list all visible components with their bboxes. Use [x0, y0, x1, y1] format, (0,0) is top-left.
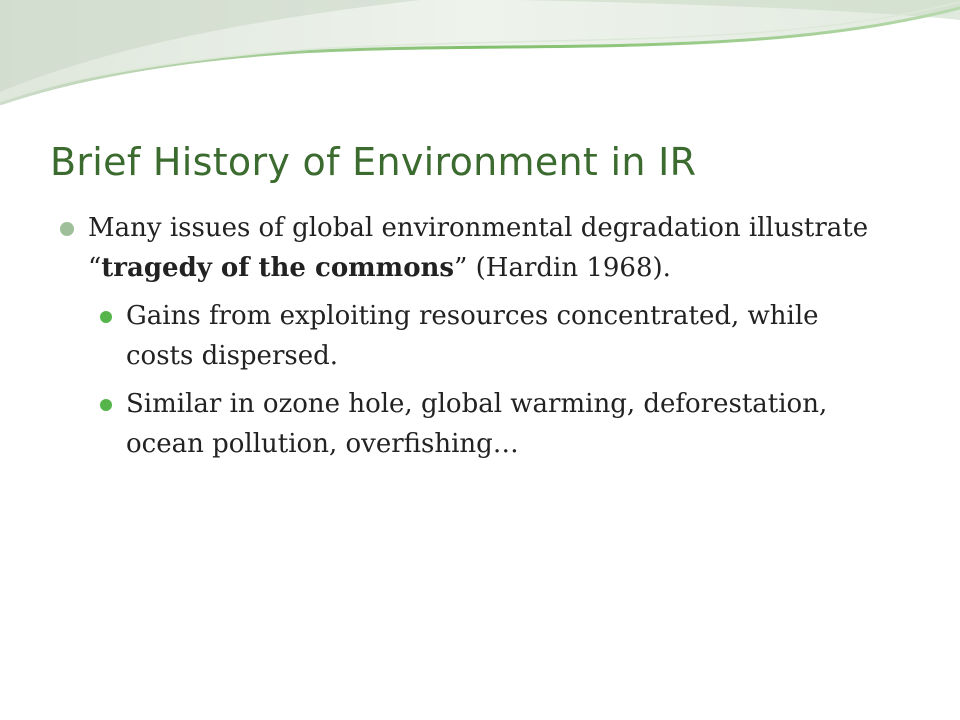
slide-title: Brief History of Environment in IR [50, 140, 697, 184]
bullet-level1: Many issues of global environmental degr… [60, 208, 920, 288]
sub-bullet-text: Gains from exploiting resources concentr… [126, 301, 819, 371]
sub-bullet: Gains from exploiting resources concentr… [98, 296, 886, 376]
slide-body: Many issues of global environmental degr… [60, 208, 920, 472]
bullet-dot-icon [60, 222, 74, 236]
header-swoosh-decoration [0, 0, 960, 106]
sub-bullet-dot-icon [100, 399, 112, 411]
bullet-emphasis: tragedy of the commons [101, 253, 455, 283]
sub-bullet: Similar in ozone hole, global warming, d… [98, 384, 886, 464]
bullet-text-after: ” (Hardin 1968). [454, 253, 671, 283]
sub-bullet-dot-icon [100, 311, 112, 323]
slide: Brief History of Environment in IR Many … [0, 0, 960, 720]
sub-bullet-text: Similar in ozone hole, global warming, d… [126, 389, 828, 459]
